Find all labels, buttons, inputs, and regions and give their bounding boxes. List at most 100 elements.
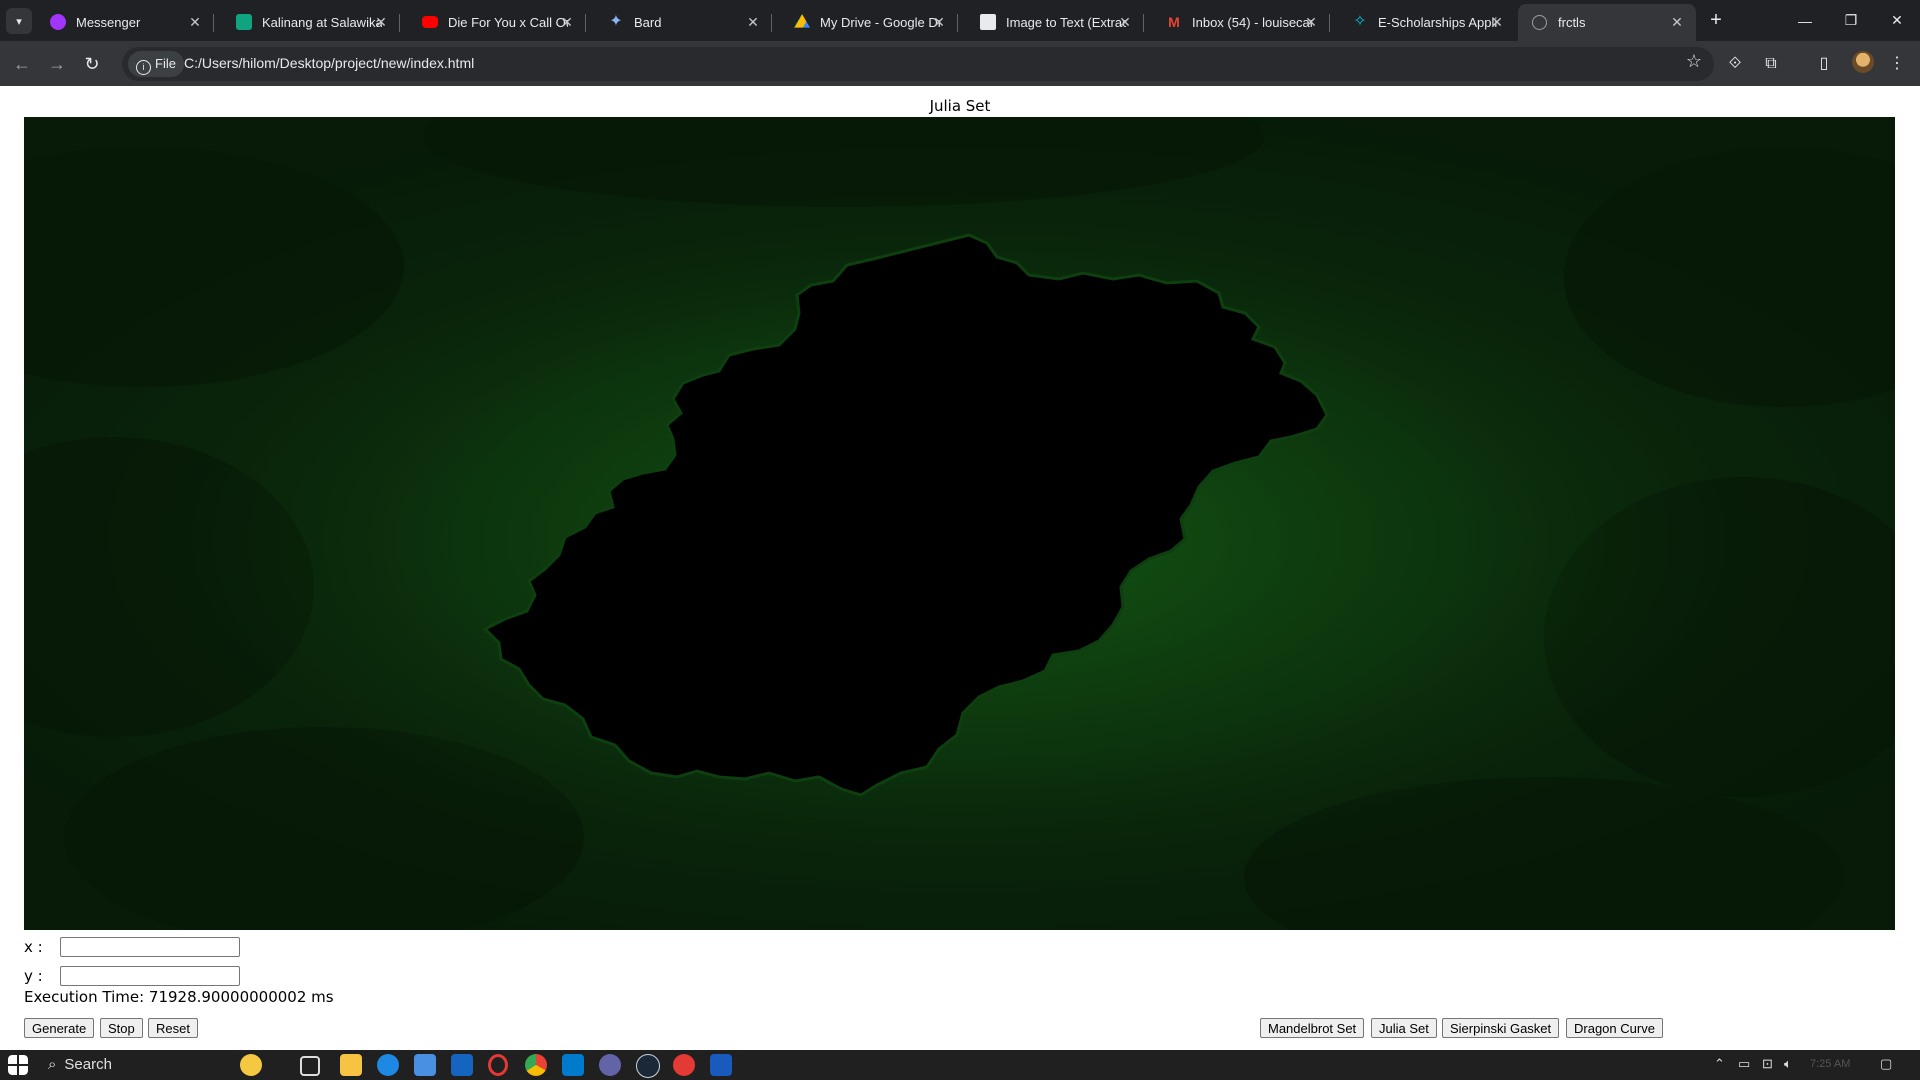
gmail-icon: M (1168, 14, 1180, 30)
bookmark-star-icon[interactable]: ☆ (1686, 51, 1702, 72)
tab-strip: ▾ Messenger ✕ Kalinang at Salawikain ✕ D… (0, 0, 1920, 41)
mail-icon[interactable] (451, 1054, 473, 1076)
tab-title: My Drive - Google Drive (820, 15, 940, 30)
network-icon[interactable]: ⊡ (1762, 1056, 1773, 1072)
close-icon[interactable]: ✕ (186, 13, 204, 31)
close-icon[interactable]: ✕ (1116, 13, 1134, 31)
tab-gmail[interactable]: M Inbox (54) - louisecar ✕ (1152, 4, 1330, 41)
reset-button[interactable]: Reset (148, 1018, 198, 1038)
word-icon[interactable] (710, 1054, 732, 1076)
taskbar-search[interactable]: ⌕ Search (40, 1050, 230, 1080)
close-icon: ✕ (1891, 12, 1903, 28)
y-label: y : (24, 967, 43, 985)
close-icon[interactable]: ✕ (1302, 13, 1320, 31)
close-icon[interactable]: ✕ (744, 13, 762, 31)
volume-icon[interactable]: 🔈︎ (1784, 1056, 1792, 1072)
chrome-icon[interactable] (525, 1054, 547, 1076)
tab-google-drive[interactable]: My Drive - Google Drive ✕ (780, 4, 958, 41)
sierpinski-gasket-button[interactable]: Sierpinski Gasket (1442, 1018, 1560, 1038)
tab-title: E-Scholarships Applic (1378, 15, 1498, 30)
close-icon[interactable]: ✕ (558, 13, 576, 31)
y-input[interactable] (60, 966, 240, 986)
arrow-right-icon: → (48, 54, 66, 74)
tab-divider (213, 14, 214, 32)
globe-icon (1532, 15, 1547, 30)
site-info-label: File (155, 56, 176, 71)
edge-icon[interactable] (377, 1054, 399, 1076)
tab-title: Kalinang at Salawikain (262, 15, 382, 30)
close-icon[interactable]: ✕ (1668, 13, 1686, 31)
tab-divider (771, 14, 772, 32)
clock[interactable]: 7:25 AM (1810, 1058, 1850, 1070)
url-text[interactable]: C:/Users/hilom/Desktop/project/new/index… (184, 55, 474, 71)
tab-messenger[interactable]: Messenger ✕ (36, 4, 214, 41)
julia-set-button[interactable]: Julia Set (1371, 1018, 1437, 1038)
tab-escholarships[interactable]: ✧ E-Scholarships Applic ✕ (1338, 4, 1516, 41)
x-input[interactable] (60, 937, 240, 957)
forward-button[interactable]: → (43, 50, 71, 78)
tab-kalinang[interactable]: Kalinang at Salawikain ✕ (222, 4, 400, 41)
opera-icon[interactable] (488, 1054, 508, 1076)
tab-image-to-text[interactable]: Image to Text (Extract ✕ (966, 4, 1144, 41)
media-player-icon[interactable] (599, 1054, 621, 1076)
windows-taskbar: ⌕ Search ⌃ ▭ ⊡ 🔈︎ 7:25 AM ▢ (0, 1050, 1920, 1080)
tab-bard[interactable]: ✦ Bard ✕ (594, 4, 772, 41)
dragon-curve-button[interactable]: Dragon Curve (1566, 1018, 1663, 1038)
search-icon: ⌕ (48, 1056, 57, 1073)
arrow-left-icon: ← (13, 54, 31, 74)
extensions-icon[interactable]: ⧉ (1760, 53, 1782, 75)
tab-youtube[interactable]: Die For You x Call Out ✕ (408, 4, 586, 41)
minimize-button[interactable]: — (1782, 0, 1828, 41)
tab-title: Die For You x Call Out (448, 15, 568, 30)
tab-divider (585, 14, 586, 32)
file-explorer-icon[interactable] (340, 1054, 362, 1076)
chevron-up-icon[interactable]: ⌃ (1714, 1056, 1725, 1072)
youtube-icon (422, 16, 438, 28)
tab-frctls[interactable]: frctls ✕ (1518, 4, 1696, 41)
taskbar-search-label: Search (64, 1056, 112, 1073)
profile-avatar[interactable] (1852, 51, 1874, 73)
widgets-icon[interactable] (240, 1054, 262, 1076)
battery-icon[interactable]: ▭ (1738, 1056, 1750, 1072)
reload-button[interactable]: ↻ (78, 50, 106, 78)
site-info-chip[interactable]: i File (128, 51, 184, 77)
store-icon[interactable] (414, 1054, 436, 1076)
address-bar[interactable]: i File C:/Users/hilom/Desktop/project/new… (122, 47, 1714, 81)
bard-icon: ✦ (609, 13, 623, 30)
tab-divider (957, 14, 958, 32)
windows-start-icon[interactable] (8, 1055, 28, 1075)
steam-icon[interactable] (636, 1054, 660, 1078)
back-button[interactable]: ← (8, 50, 36, 78)
translate-icon[interactable]: ⟐ (1724, 53, 1746, 75)
more-options-icon[interactable]: ⋮ (1886, 53, 1908, 75)
app-icon[interactable] (673, 1054, 695, 1076)
notifications-icon[interactable]: ▢ (1880, 1056, 1892, 1072)
restore-icon: ❐ (1844, 12, 1858, 28)
info-icon: i (136, 60, 151, 75)
close-icon[interactable]: ✕ (1488, 13, 1506, 31)
tab-search-button[interactable]: ▾ (6, 8, 32, 34)
vscode-icon[interactable] (562, 1054, 584, 1076)
stop-button[interactable]: Stop (100, 1018, 143, 1038)
escholarship-icon: ✧ (1353, 13, 1367, 30)
side-panel-icon[interactable]: ▯ (1813, 53, 1835, 75)
task-view-icon[interactable] (300, 1056, 320, 1076)
chatgpt-icon (236, 14, 252, 30)
generate-button[interactable]: Generate (24, 1018, 95, 1038)
tab-divider (1143, 14, 1144, 32)
close-icon[interactable]: ✕ (372, 13, 390, 31)
tab-title: Inbox (54) - louisecar (1192, 15, 1312, 30)
restore-button[interactable]: ❐ (1828, 0, 1874, 41)
mandelbrot-set-button[interactable]: Mandelbrot Set (1260, 1018, 1365, 1038)
messenger-icon (50, 14, 66, 30)
close-icon[interactable]: ✕ (930, 13, 948, 31)
fractal-canvas[interactable] (24, 117, 1895, 930)
tab-title: Messenger (76, 15, 141, 30)
plus-icon: + (1710, 9, 1722, 31)
julia-set-render (24, 117, 1895, 930)
tab-title: Image to Text (Extract (1006, 15, 1126, 30)
close-window-button[interactable]: ✕ (1874, 0, 1920, 41)
new-tab-button[interactable]: + (1703, 8, 1729, 34)
minimize-icon: — (1798, 12, 1812, 29)
chevron-down-icon: ▾ (16, 15, 22, 28)
